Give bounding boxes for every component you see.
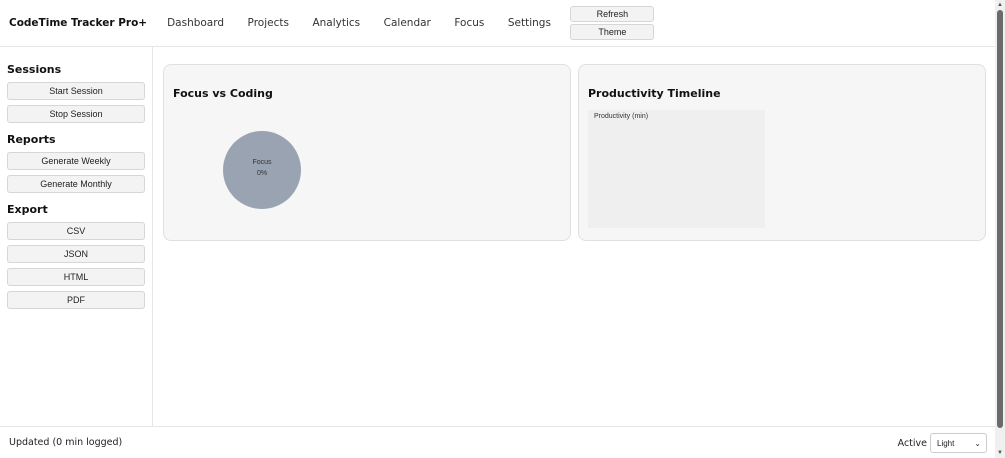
stop-session-button[interactable]: Stop Session (7, 105, 145, 123)
nav-focus[interactable]: Focus (454, 17, 484, 29)
active-label: Active (897, 437, 927, 449)
generate-weekly-button[interactable]: Generate Weekly (7, 152, 145, 170)
pie-label-focus: Focus (252, 159, 272, 166)
main-content: Focus vs Coding Focus 0% Productivity Ti… (153, 47, 995, 426)
theme-button[interactable]: Theme (570, 24, 655, 40)
nav-projects[interactable]: Projects (248, 17, 289, 29)
productivity-timeline-title: Productivity Timeline (588, 87, 721, 100)
top-header: CodeTime Tracker Pro+ Dashboard Projects… (0, 0, 995, 47)
productivity-timeline-chart: Productivity (min) (588, 110, 765, 228)
productivity-chart-label: Productivity (min) (594, 113, 649, 120)
theme-select[interactable]: Light ⌄ (930, 433, 987, 453)
refresh-button[interactable]: Refresh (570, 6, 655, 22)
sidebar: Sessions Start Session Stop Session Repo… (0, 47, 153, 426)
focus-vs-coding-card: Focus vs Coding Focus 0% (163, 64, 571, 241)
theme-select-value: Light (937, 438, 955, 448)
chevron-down-icon: ⌄ (974, 438, 981, 448)
focus-pie-label: Focus 0% (222, 157, 302, 179)
pie-label-value: 0% (256, 170, 268, 177)
productivity-timeline-card: Productivity Timeline Productivity (min) (578, 64, 986, 241)
generate-monthly-button[interactable]: Generate Monthly (7, 175, 145, 193)
nav-analytics[interactable]: Analytics (312, 17, 360, 29)
nav-calendar[interactable]: Calendar (384, 17, 431, 29)
export-heading: Export (7, 203, 48, 216)
export-html-button[interactable]: HTML (7, 268, 145, 286)
sessions-heading: Sessions (7, 63, 62, 76)
app-title: CodeTime Tracker Pro+ (9, 17, 148, 29)
vertical-scrollbar[interactable]: ▲ ▼ (995, 0, 1005, 458)
nav-dashboard[interactable]: Dashboard (167, 17, 224, 29)
nav-settings[interactable]: Settings (508, 17, 551, 29)
status-text: Updated (0 min logged) (9, 437, 123, 448)
scroll-up-icon[interactable]: ▲ (995, 0, 1005, 10)
theme-control: Active Light ⌄ (898, 433, 987, 453)
reports-heading: Reports (7, 133, 56, 146)
status-bar: Updated (0 min logged) Active Light ⌄ (0, 426, 995, 458)
start-session-button[interactable]: Start Session (7, 82, 145, 100)
scroll-thumb[interactable] (997, 10, 1003, 428)
focus-pie-chart: Focus 0% (222, 130, 302, 210)
export-pdf-button[interactable]: PDF (7, 291, 145, 309)
export-json-button[interactable]: JSON (7, 245, 145, 263)
export-csv-button[interactable]: CSV (7, 222, 145, 240)
focus-vs-coding-title: Focus vs Coding (173, 87, 273, 100)
header-button-group: Refresh Theme (570, 6, 655, 40)
scroll-down-icon[interactable]: ▼ (995, 448, 1005, 458)
main-nav: Dashboard Projects Analytics Calendar Fo… (167, 17, 574, 29)
